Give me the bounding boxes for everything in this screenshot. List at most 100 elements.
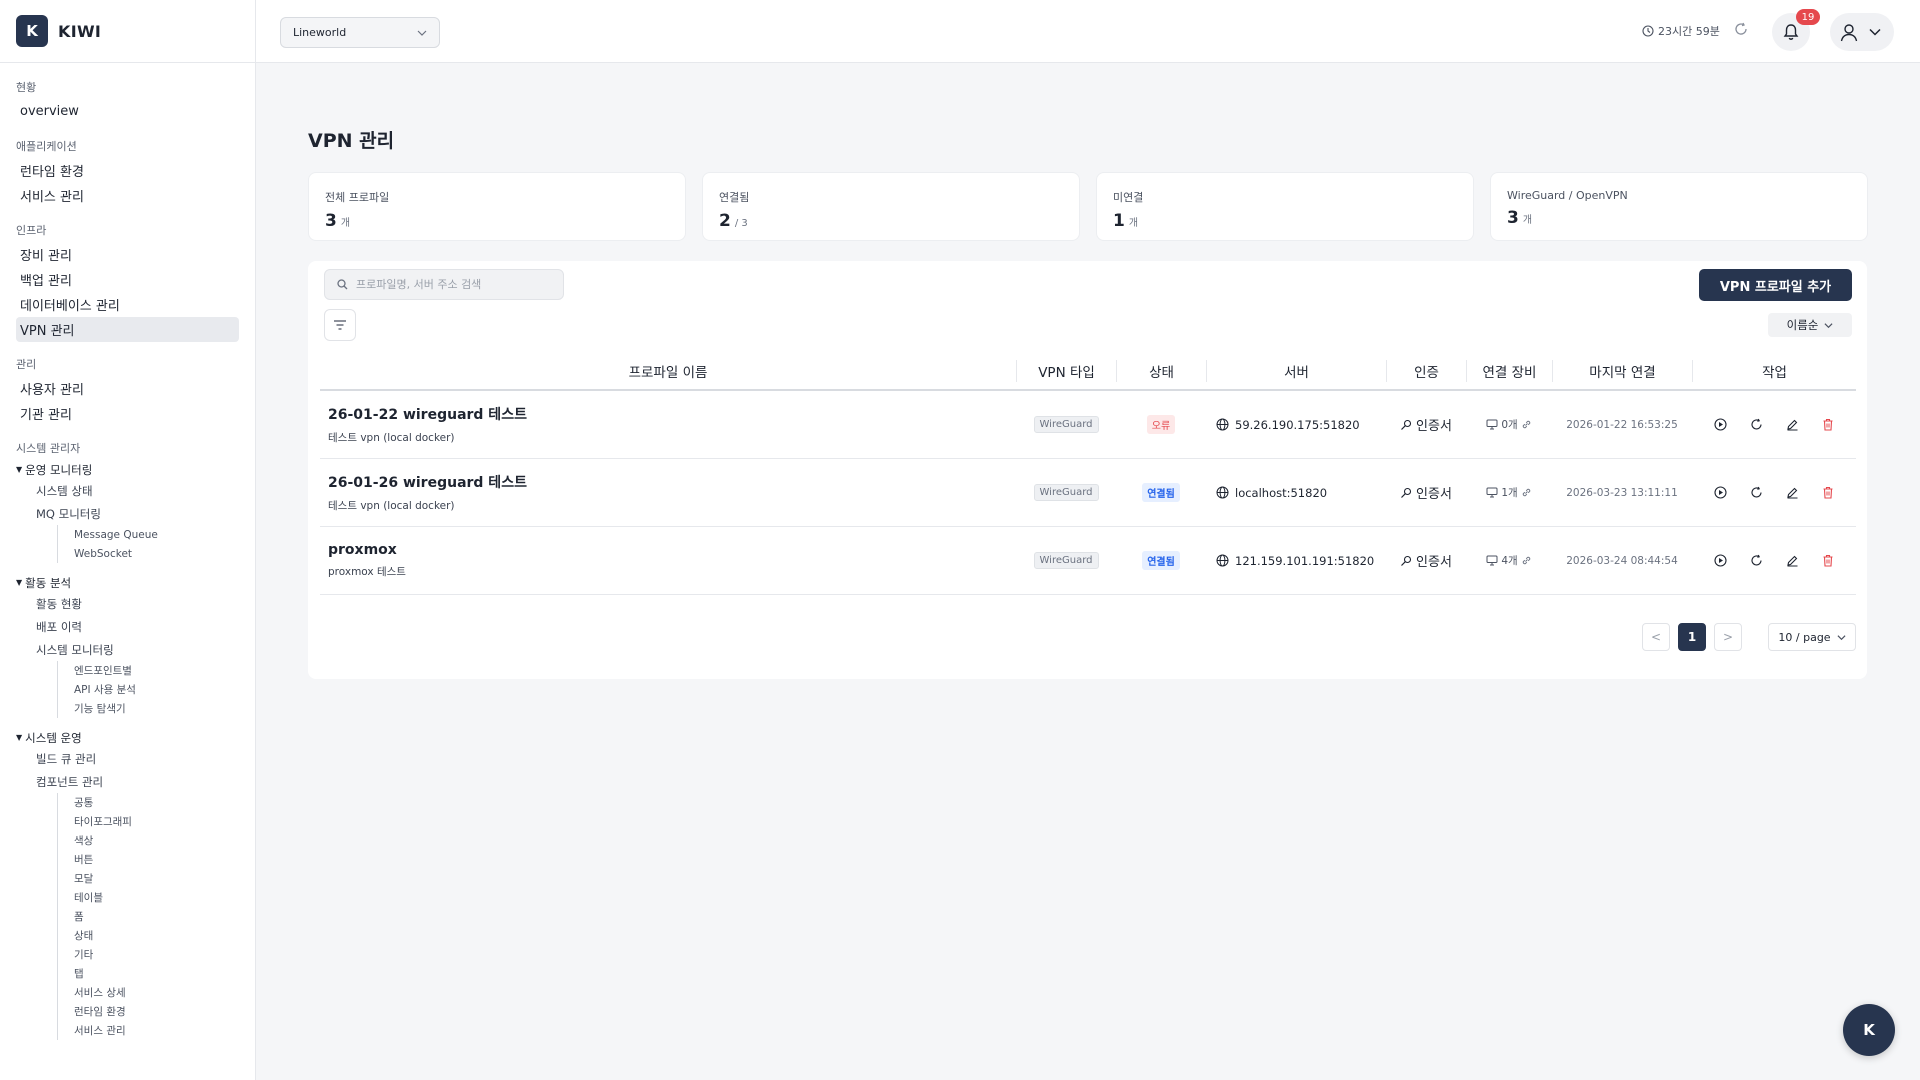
sidebar-item-component-buttons[interactable]: 버튼 bbox=[58, 850, 239, 869]
nav-group-activity[interactable]: ▼ 활동 분석 bbox=[16, 573, 239, 592]
org-select[interactable]: Lineworld bbox=[280, 17, 440, 48]
table-row[interactable]: 26-01-26 wireguard 테스트 테스트 vpn (local do… bbox=[320, 459, 1856, 527]
connect-icon[interactable] bbox=[1712, 417, 1728, 433]
sidebar-item-websocket[interactable]: WebSocket bbox=[58, 544, 239, 563]
sidebar-item-component-table[interactable]: 테이블 bbox=[58, 888, 239, 907]
connect-icon[interactable] bbox=[1712, 485, 1728, 501]
sidebar-item-devices[interactable]: 장비 관리 bbox=[16, 242, 239, 267]
sidebar-item-overview[interactable]: overview bbox=[16, 99, 239, 124]
column-header-status[interactable]: 상태 bbox=[1116, 360, 1206, 382]
sidebar-item-component-common[interactable]: 공통 bbox=[58, 793, 239, 812]
edit-icon[interactable] bbox=[1784, 553, 1800, 569]
sidebar-item-component-runtime[interactable]: 런타임 환경 bbox=[58, 1002, 239, 1021]
sidebar-item-vpn[interactable]: VPN 관리 bbox=[16, 317, 239, 342]
edit-icon[interactable] bbox=[1784, 417, 1800, 433]
monitor-icon bbox=[1486, 487, 1498, 498]
next-page-button[interactable]: > bbox=[1714, 623, 1742, 651]
profile-cell: 26-01-26 wireguard 테스트 테스트 vpn (local do… bbox=[320, 459, 1016, 526]
stat-card-total: 전체 프로파일 3 개 bbox=[308, 172, 686, 241]
profile-description: proxmox 테스트 bbox=[328, 566, 406, 578]
sidebar-item-component-colors[interactable]: 색상 bbox=[58, 831, 239, 850]
last-connected-cell: 2026-03-23 13:11:11 bbox=[1552, 459, 1692, 526]
column-header-auth[interactable]: 인증 bbox=[1386, 360, 1466, 382]
sidebar-item-component-tabs[interactable]: 탭 bbox=[58, 964, 239, 983]
page-number-button[interactable]: 1 bbox=[1678, 623, 1706, 651]
nav-group-ops-monitoring[interactable]: ▼ 운영 모니터링 bbox=[16, 460, 239, 479]
sidebar-item-message-queue[interactable]: Message Queue bbox=[58, 525, 239, 544]
sidebar-item-activity-status[interactable]: 활동 현황 bbox=[16, 592, 239, 615]
link-icon[interactable] bbox=[1521, 555, 1532, 566]
prev-page-button[interactable]: < bbox=[1642, 623, 1670, 651]
nav-group-label: 운영 모니터링 bbox=[25, 462, 93, 477]
nav-group-system-ops[interactable]: ▼ 시스템 운영 bbox=[16, 728, 239, 747]
status-badge: 오류 bbox=[1146, 415, 1176, 434]
delete-icon[interactable] bbox=[1820, 485, 1836, 501]
page-size-select[interactable]: 10 / page bbox=[1768, 623, 1856, 651]
sidebar-item-users[interactable]: 사용자 관리 bbox=[16, 376, 239, 401]
sidebar-item-component-modal[interactable]: 모달 bbox=[58, 869, 239, 888]
sidebar-item-mq-monitoring[interactable]: MQ 모니터링 bbox=[16, 502, 239, 525]
column-header-name[interactable]: 프로파일 이름 bbox=[320, 360, 1016, 382]
refresh-icon[interactable] bbox=[1748, 417, 1764, 433]
sidebar-item-component-typography[interactable]: 타이포그래피 bbox=[58, 812, 239, 831]
link-icon[interactable] bbox=[1521, 487, 1532, 498]
sidebar-item-system-status[interactable]: 시스템 상태 bbox=[16, 479, 239, 502]
link-icon[interactable] bbox=[1521, 419, 1532, 430]
stat-label: 연결됨 bbox=[719, 191, 750, 204]
delete-icon[interactable] bbox=[1820, 417, 1836, 433]
refresh-icon[interactable] bbox=[1748, 485, 1764, 501]
refresh-session-icon[interactable] bbox=[1734, 22, 1752, 40]
stat-value: 1 개 bbox=[1113, 211, 1457, 231]
table-header: 프로파일 이름 VPN 타입 상태 서버 인증 연결 장비 마지막 연결 작업 bbox=[320, 353, 1856, 391]
sidebar-item-component-service-mgmt[interactable]: 서비스 관리 bbox=[58, 1021, 239, 1040]
table-row[interactable]: 26-01-22 wireguard 테스트 테스트 vpn (local do… bbox=[320, 391, 1856, 459]
sort-select[interactable]: 이름순 bbox=[1768, 313, 1852, 337]
delete-icon[interactable] bbox=[1820, 553, 1836, 569]
refresh-icon[interactable] bbox=[1748, 553, 1764, 569]
filter-icon bbox=[333, 319, 347, 331]
assistant-fab-button[interactable]: K bbox=[1843, 1004, 1895, 1056]
profile-cell: proxmox proxmox 테스트 bbox=[320, 527, 1016, 594]
sidebar-item-component-misc[interactable]: 기타 bbox=[58, 945, 239, 964]
column-header-type[interactable]: VPN 타입 bbox=[1016, 360, 1116, 382]
edit-icon[interactable] bbox=[1784, 485, 1800, 501]
filter-button[interactable] bbox=[324, 309, 356, 341]
add-vpn-profile-button[interactable]: VPN 프로파일 추가 bbox=[1699, 269, 1852, 301]
status-badge: 연결됨 bbox=[1142, 483, 1180, 502]
sidebar-item-endpoints[interactable]: 엔드포인트별 bbox=[58, 661, 239, 680]
auth-method: 인증서 bbox=[1416, 555, 1452, 570]
caret-down-icon: ▼ bbox=[16, 465, 23, 474]
sidebar-item-feature-explorer[interactable]: 기능 탐색기 bbox=[58, 699, 239, 718]
stat-number: 2 bbox=[719, 211, 731, 231]
sidebar-item-component-form[interactable]: 폼 bbox=[58, 907, 239, 926]
column-header-last-connected[interactable]: 마지막 연결 bbox=[1552, 360, 1692, 382]
status-cell: 연결됨 bbox=[1116, 527, 1206, 594]
user-menu-button[interactable] bbox=[1830, 13, 1894, 51]
sidebar-item-runtime[interactable]: 런타임 환경 bbox=[16, 158, 239, 183]
nav-section-title: 현황 bbox=[16, 81, 37, 94]
sidebar-item-components[interactable]: 컴포넌트 관리 bbox=[16, 770, 239, 793]
column-header-devices[interactable]: 연결 장비 bbox=[1466, 360, 1552, 382]
last-connected-cell: 2026-03-24 08:44:54 bbox=[1552, 527, 1692, 594]
profile-name[interactable]: proxmox bbox=[328, 542, 397, 558]
table-row[interactable]: proxmox proxmox 테스트 WireGuard 연결됨 121.15… bbox=[320, 527, 1856, 595]
stat-number: 3 bbox=[1507, 208, 1519, 228]
brand[interactable]: K KIWI bbox=[0, 0, 255, 63]
sidebar-item-services[interactable]: 서비스 관리 bbox=[16, 183, 239, 208]
profile-name[interactable]: 26-01-26 wireguard 테스트 bbox=[328, 472, 527, 492]
sidebar-item-backup[interactable]: 백업 관리 bbox=[16, 267, 239, 292]
connect-icon[interactable] bbox=[1712, 553, 1728, 569]
profile-description: 테스트 vpn (local docker) bbox=[328, 500, 455, 512]
monitor-icon bbox=[1486, 419, 1498, 430]
sidebar-item-api-usage[interactable]: API 사용 분석 bbox=[58, 680, 239, 699]
profile-name[interactable]: 26-01-22 wireguard 테스트 bbox=[328, 404, 527, 424]
sidebar-item-deploy-history[interactable]: 배포 이력 bbox=[16, 615, 239, 638]
sidebar-item-orgs[interactable]: 기관 관리 bbox=[16, 401, 239, 426]
sidebar-item-component-service-detail[interactable]: 서비스 상세 bbox=[58, 983, 239, 1002]
sidebar-item-component-status[interactable]: 상태 bbox=[58, 926, 239, 945]
sidebar-item-build-queue[interactable]: 빌드 큐 관리 bbox=[16, 747, 239, 770]
column-header-server[interactable]: 서버 bbox=[1206, 360, 1386, 382]
sidebar-item-system-monitoring[interactable]: 시스템 모니터링 bbox=[16, 638, 239, 661]
sidebar-item-database[interactable]: 데이터베이스 관리 bbox=[16, 292, 239, 317]
search-input[interactable] bbox=[356, 278, 546, 291]
